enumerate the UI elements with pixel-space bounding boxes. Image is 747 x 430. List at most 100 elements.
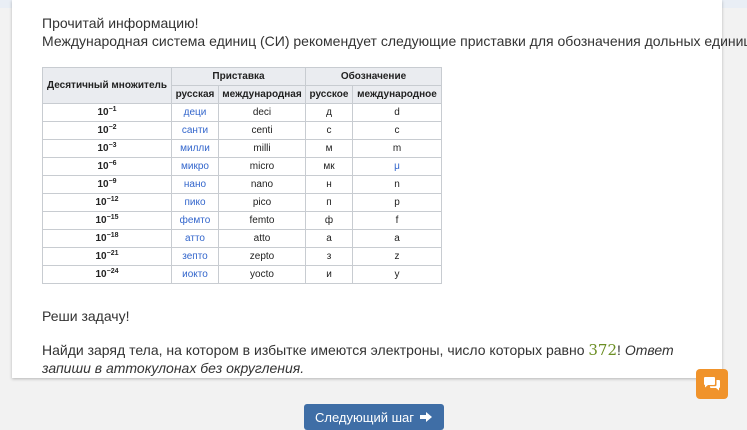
symbol-international: a: [352, 229, 442, 248]
task-text: Найди заряд тела, на котором в избытке и…: [42, 341, 682, 377]
symbol-russian: мк: [305, 157, 353, 176]
multiplier-base: 10: [97, 179, 109, 190]
table-header-row: Десятичный множитель Приставка Обозначен…: [42, 67, 442, 104]
prefix-russian-link[interactable]: милли: [171, 139, 219, 158]
next-step-label: Следующий шаг: [315, 409, 414, 425]
table-row: 10−18 атто atto а a: [42, 229, 442, 248]
prefix-russian-link[interactable]: санти: [171, 121, 219, 140]
task-exclaim: !: [617, 342, 621, 358]
symbol-international: n: [352, 175, 442, 194]
symbol-russian: н: [305, 175, 353, 194]
prefix-russian-link[interactable]: деци: [171, 103, 219, 122]
multiplier-exponent: −9: [108, 178, 117, 185]
prefix-international: deci: [218, 103, 306, 122]
arrow-right-icon: [420, 412, 432, 422]
intro-text: Прочитай информацию! Международная систе…: [42, 14, 747, 50]
prefix-international: yocto: [218, 265, 306, 284]
multiplier-cell: 10−2: [42, 121, 172, 140]
prefix-russian-link[interactable]: нано: [171, 175, 219, 194]
subheader-russian: русская: [171, 85, 219, 104]
table-row: 10−9 нано nano н n: [42, 175, 442, 194]
header-multiplier: Десятичный множитель: [42, 67, 172, 104]
prefix-russian-link[interactable]: зепто: [171, 247, 219, 266]
prefix-table: Десятичный множитель Приставка Обозначен…: [42, 67, 442, 284]
multiplier-exponent: −2: [108, 124, 117, 131]
symbol-international: z: [352, 247, 442, 266]
multiplier-exponent: −15: [106, 214, 119, 221]
multiplier-exponent: −3: [108, 142, 117, 149]
multiplier-cell: 10−21: [42, 247, 172, 266]
prefix-russian-link[interactable]: иокто: [171, 265, 219, 284]
symbol-russian: ф: [305, 211, 353, 230]
prefix-international: nano: [218, 175, 306, 194]
symbol-russian: п: [305, 193, 353, 212]
prefix-international: micro: [218, 157, 306, 176]
prefix-international: zepto: [218, 247, 306, 266]
multiplier-cell: 10−24: [42, 265, 172, 284]
prefix-russian-link[interactable]: фемто: [171, 211, 219, 230]
subheader-international-symbol: международное: [352, 85, 442, 104]
task-card: Прочитай информацию! Международная систе…: [12, 0, 747, 378]
symbol-russian: з: [305, 247, 353, 266]
table-row: 10−3 милли milli м m: [42, 139, 442, 158]
prefix-international: milli: [218, 139, 306, 158]
multiplier-cell: 10−12: [42, 193, 172, 212]
chat-button[interactable]: [696, 369, 728, 399]
symbol-international: μ: [352, 157, 442, 176]
multiplier-base: 10: [95, 269, 107, 280]
multiplier-base: 10: [95, 215, 107, 226]
prefix-russian-link[interactable]: пико: [171, 193, 219, 212]
symbol-russian: с: [305, 121, 353, 140]
multiplier-cell: 10−9: [42, 175, 172, 194]
table-row: 10−24 иокто yocto и y: [42, 265, 442, 284]
symbol-international: p: [352, 193, 442, 212]
task-heading: Реши задачу!: [42, 308, 130, 324]
symbol-russian: м: [305, 139, 353, 158]
multiplier-exponent: −21: [106, 250, 119, 257]
prefix-table-body: 10−1 деци deci д d 10−2 санти centi с c 10−3 милли m…: [42, 103, 442, 284]
symbol-international: d: [352, 103, 442, 122]
chat-icon: [704, 377, 720, 391]
multiplier-cell: 10−6: [42, 157, 172, 176]
prefix-russian-link[interactable]: атто: [171, 229, 219, 248]
prefix-international: pico: [218, 193, 306, 212]
multiplier-base: 10: [95, 197, 107, 208]
task-statement: Найди заряд тела, на котором в избытке и…: [42, 342, 585, 358]
multiplier-cell: 10−1: [42, 103, 172, 122]
multiplier-base: 10: [97, 143, 109, 154]
symbol-international: m: [352, 139, 442, 158]
intro-line-2: Международная система единиц (СИ) рекоме…: [42, 33, 747, 49]
header-prefix: Приставка: [171, 67, 306, 86]
multiplier-base: 10: [97, 161, 109, 172]
next-step-button[interactable]: Следующий шаг: [304, 404, 444, 430]
symbol-international: f: [352, 211, 442, 230]
multiplier-exponent: −6: [108, 160, 117, 167]
table-row: 10−21 зепто zepto з z: [42, 247, 442, 266]
prefix-russian-link[interactable]: микро: [171, 157, 219, 176]
multiplier-base: 10: [95, 251, 107, 262]
subheader-international: международная: [218, 85, 306, 104]
multiplier-base: 10: [97, 125, 109, 136]
table-row: 10−1 деци deci д d: [42, 103, 442, 122]
table-row: 10−6 микро micro мк μ: [42, 157, 442, 176]
table-row: 10−12 пико pico п p: [42, 193, 442, 212]
symbol-international: c: [352, 121, 442, 140]
electron-count: 372: [588, 341, 618, 359]
symbol-russian: д: [305, 103, 353, 122]
multiplier-base: 10: [97, 107, 109, 118]
symbol-russian: и: [305, 265, 353, 284]
multiplier-cell: 10−3: [42, 139, 172, 158]
multiplier-base: 10: [95, 233, 107, 244]
intro-line-1: Прочитай информацию!: [42, 15, 199, 31]
prefix-international: atto: [218, 229, 306, 248]
multiplier-exponent: −1: [108, 106, 117, 113]
header-symbol: Обозначение: [305, 67, 442, 86]
prefix-international: centi: [218, 121, 306, 140]
table-row: 10−15 фемто femto ф f: [42, 211, 442, 230]
multiplier-cell: 10−15: [42, 211, 172, 230]
multiplier-exponent: −18: [106, 232, 119, 239]
symbol-russian: а: [305, 229, 353, 248]
symbol-international: y: [352, 265, 442, 284]
multiplier-exponent: −24: [106, 268, 119, 275]
multiplier-exponent: −12: [106, 196, 119, 203]
